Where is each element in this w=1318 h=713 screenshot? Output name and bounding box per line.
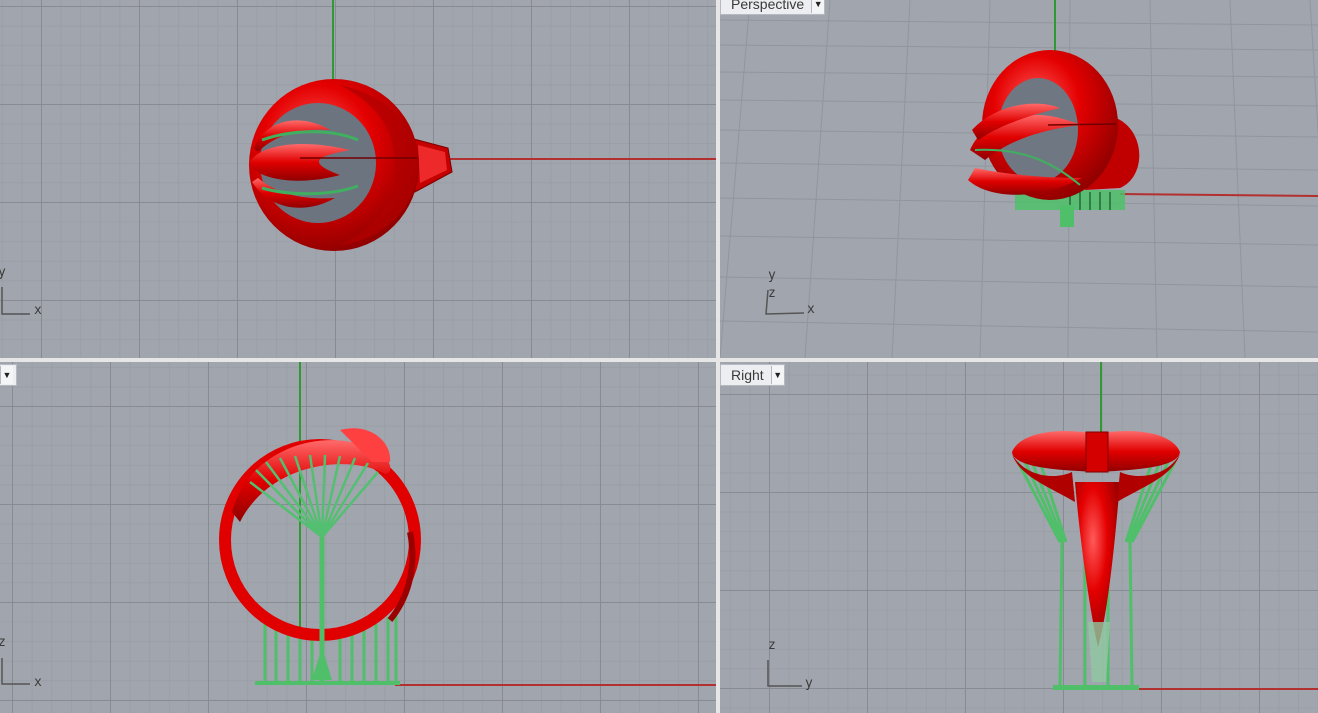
viewport-perspective[interactable]: Perspective ▼ y z x [720,0,1318,358]
axis-label-y: y [805,676,813,691]
axis-label-y: y [0,265,6,280]
dropdown-arrow-icon[interactable]: ▼ [811,0,825,13]
viewport-title-text: Right [731,367,764,383]
dropdown-arrow-icon[interactable]: ▼ [0,366,13,384]
axis-label-z: z [768,286,776,301]
top-view-canvas[interactable] [0,0,716,358]
ring-model[interactable] [968,50,1140,227]
viewport-top[interactable]: y x [0,0,716,358]
viewport-title-front[interactable]: ▼ [0,364,17,386]
axis-label-y: y [768,268,776,283]
axis-label-z: z [0,635,6,650]
right-view-canvas[interactable] [720,362,1318,713]
ring-model[interactable] [1012,431,1180,690]
axis-label-z: z [768,638,776,653]
ring-model[interactable] [219,428,421,685]
viewport-title-right[interactable]: Right ▼ [720,364,785,386]
axis-label-x: x [34,303,42,318]
dropdown-arrow-icon[interactable]: ▼ [770,366,784,384]
ring-model[interactable] [249,79,453,251]
viewport-title-perspective[interactable]: Perspective ▼ [720,0,826,15]
viewport-front[interactable]: ▼ z x [0,362,716,713]
viewport-right[interactable]: Right ▼ z y [720,362,1318,713]
axis-label-x: x [34,675,42,690]
viewport-title-text: Perspective [731,0,805,12]
axis-label-x: x [807,302,815,317]
world-x-axis [1119,193,1318,197]
front-view-canvas[interactable] [0,362,716,713]
